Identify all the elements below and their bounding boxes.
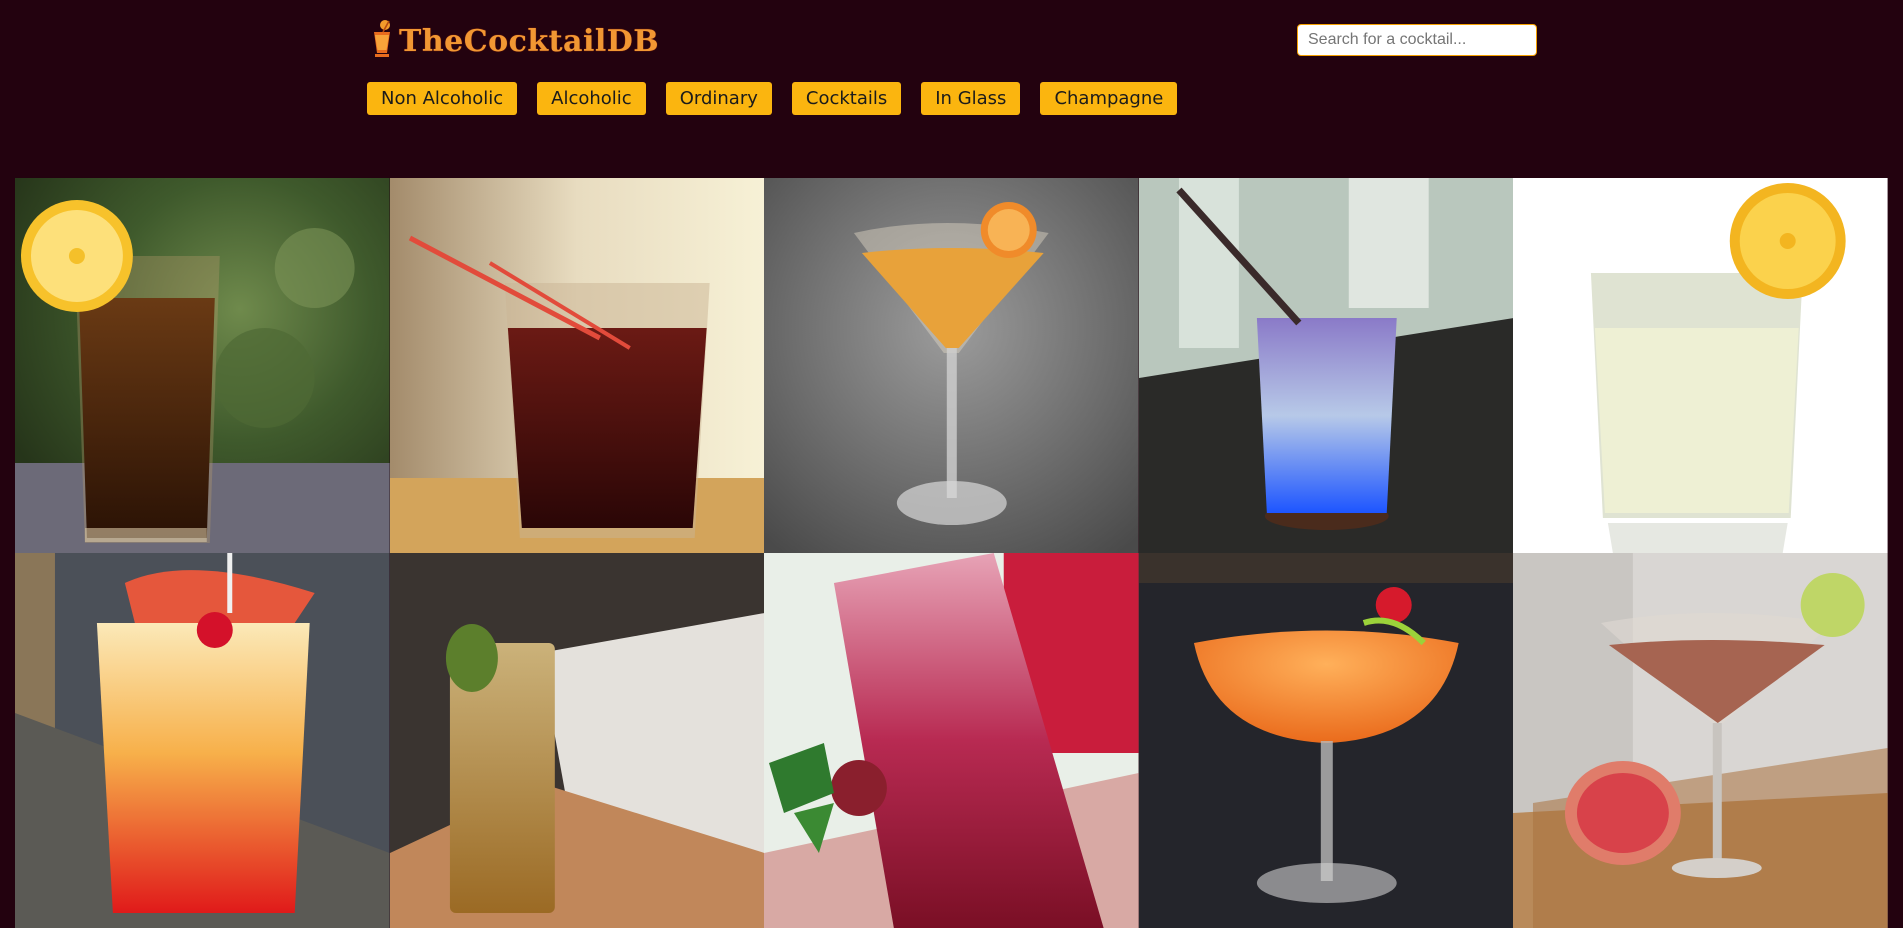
- site-logo[interactable]: TheCocktailDB: [369, 18, 659, 64]
- category-button-non-alcoholic[interactable]: Non Alcoholic: [367, 82, 518, 115]
- red-frozen-strawberry-image: [764, 553, 1139, 928]
- category-button-ordinary[interactable]: Ordinary: [665, 82, 772, 115]
- drink-card[interactable]: [1138, 553, 1514, 928]
- category-button-in-glass[interactable]: In Glass: [921, 82, 1021, 115]
- drink-card[interactable]: [389, 553, 765, 928]
- sunrise-grapefruit-cherry-image: [15, 553, 390, 928]
- drink-card[interactable]: [1513, 553, 1888, 928]
- category-button-cocktails[interactable]: Cocktails: [791, 82, 902, 115]
- category-nav: Non Alcoholic Alcoholic Ordinary Cocktai…: [367, 82, 1178, 115]
- site-header: TheCocktailDB Non Alcoholic Alcoholic Or…: [0, 0, 1903, 175]
- search-input[interactable]: [1297, 24, 1537, 56]
- rocks-clear-lemon-image: [1513, 178, 1888, 553]
- blue-purple-layered-straw-image: [1138, 178, 1514, 553]
- rocks-dark-red-straw-image: [389, 178, 765, 553]
- drink-grid: [15, 178, 1888, 928]
- drink-card[interactable]: [15, 178, 390, 553]
- drink-card[interactable]: [1138, 178, 1514, 553]
- drink-card[interactable]: [1513, 178, 1888, 553]
- drink-card[interactable]: [15, 553, 390, 928]
- brand-name: TheCocktailDB: [399, 23, 660, 59]
- category-button-champagne[interactable]: Champagne: [1040, 82, 1178, 115]
- tall-amber-lime-image: [389, 553, 765, 928]
- highball-cola-lemon-image: [15, 178, 390, 553]
- drink-card[interactable]: [389, 178, 765, 553]
- category-button-alcoholic[interactable]: Alcoholic: [537, 82, 646, 115]
- cocktail-glass-icon: [374, 20, 390, 57]
- drink-card[interactable]: [764, 553, 1139, 928]
- coupe-orange-cherry-image: [1138, 553, 1514, 928]
- martini-pink-grapefruit-image: [1513, 553, 1888, 928]
- martini-orange-garnish-image: [764, 178, 1139, 553]
- drink-card[interactable]: [764, 178, 1139, 553]
